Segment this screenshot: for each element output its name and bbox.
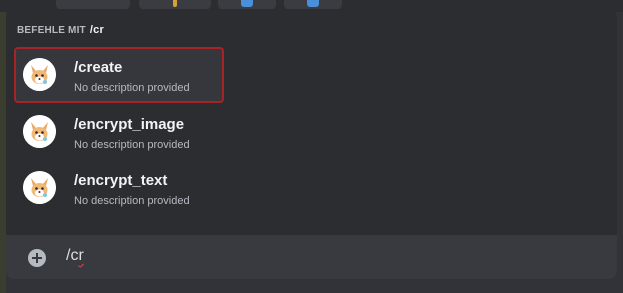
message-input-spellcheck-text: r bbox=[78, 247, 84, 264]
command-name: /encrypt_image bbox=[74, 116, 185, 133]
autocomplete-header: BEFEHLE MIT /cr bbox=[17, 24, 104, 36]
autocomplete-header-label: BEFEHLE MIT bbox=[17, 25, 86, 36]
command-option-create[interactable]: /create No description provided bbox=[14, 47, 224, 103]
plus-circle-icon[interactable] bbox=[28, 249, 46, 267]
command-description: No description provided bbox=[74, 82, 190, 94]
message-input-bar: /cr bbox=[6, 235, 617, 279]
message-input[interactable]: /cr bbox=[66, 247, 84, 265]
command-option-encrypt-image[interactable]: /encrypt_image No description provided bbox=[14, 104, 224, 160]
command-name: /encrypt_text bbox=[74, 172, 168, 189]
autocomplete-header-query: /cr bbox=[89, 24, 104, 36]
fox-avatar-icon bbox=[23, 58, 56, 91]
command-option-encrypt-text[interactable]: /encrypt_text No description provided bbox=[14, 160, 224, 216]
command-autocomplete-popup: BEFEHLE MIT /cr /create No description p… bbox=[6, 9, 617, 235]
fox-avatar-icon bbox=[23, 171, 56, 204]
background-edge bbox=[617, 12, 623, 293]
fox-avatar-icon bbox=[23, 115, 56, 148]
command-description: No description provided bbox=[74, 139, 190, 151]
message-input-text: /c bbox=[66, 247, 79, 264]
command-description: No description provided bbox=[74, 195, 190, 207]
command-name: /create bbox=[74, 59, 123, 76]
